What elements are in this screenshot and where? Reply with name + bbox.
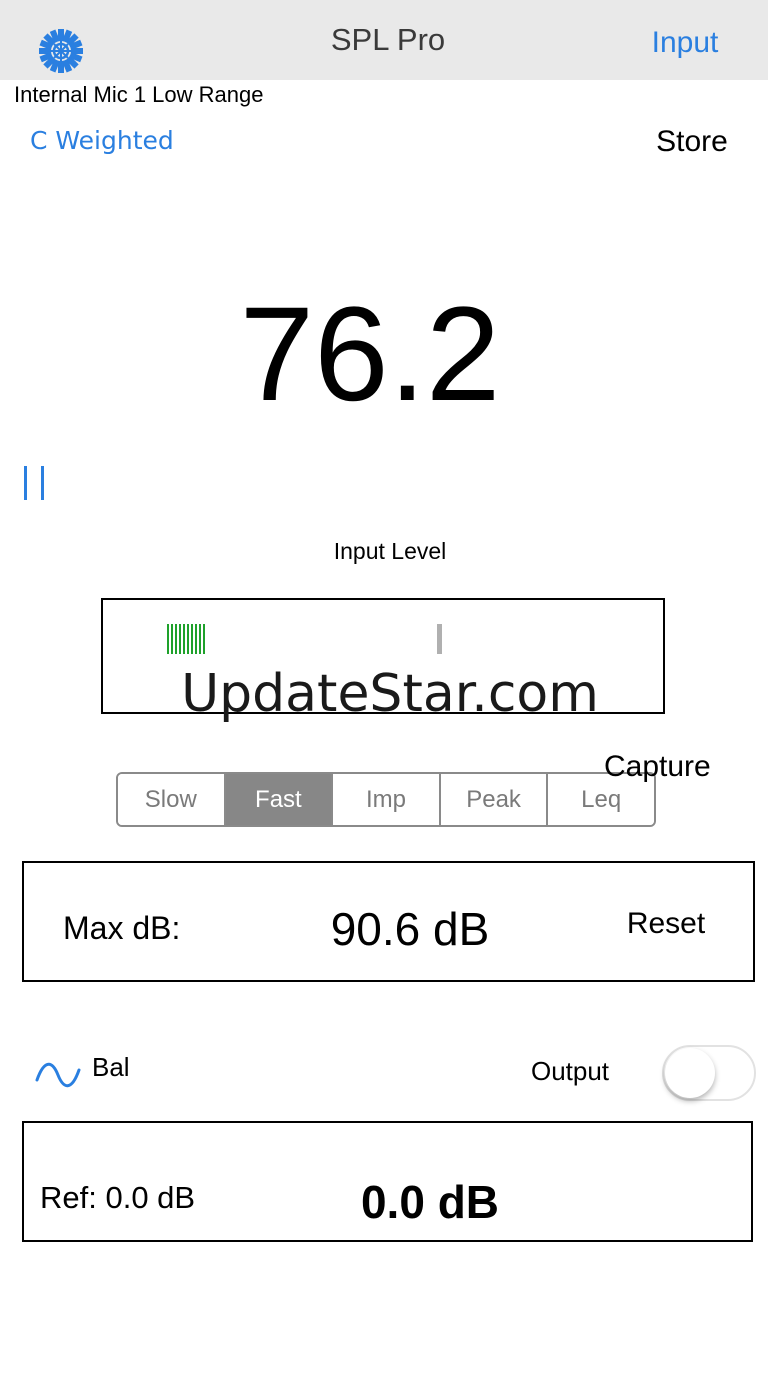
segment-slow[interactable]: Slow [118, 774, 226, 825]
max-db-value: 90.6 dB [330, 903, 490, 955]
input-button[interactable]: Input [620, 26, 750, 66]
toggle-knob [665, 1048, 715, 1098]
capture-button[interactable]: Capture [604, 750, 711, 784]
segment-peak[interactable]: Peak [440, 774, 549, 825]
watermark-text: UpdateStar.com [181, 664, 599, 724]
page-title: SPL Pro [330, 22, 446, 57]
pause-icon[interactable] [22, 466, 48, 502]
sine-wave-icon[interactable] [34, 1058, 82, 1092]
reference-value: 0.0 dB [360, 1176, 500, 1228]
gear-icon[interactable] [37, 27, 85, 75]
reset-button[interactable]: Reset [614, 907, 718, 941]
spl-reading: 76.2 [239, 280, 501, 429]
weighting-button[interactable]: C Weighted [30, 126, 174, 155]
input-level-label: Input Level [333, 538, 447, 564]
max-db-label: Max dB: [63, 910, 181, 946]
input-level-bars [167, 624, 207, 654]
segment-fast[interactable]: Fast [225, 774, 334, 825]
mic-source-label: Internal Mic 1 Low Range [14, 82, 264, 107]
reference-label: Ref: 0.0 dB [40, 1180, 196, 1215]
output-toggle[interactable] [662, 1045, 756, 1101]
bal-label: Bal [92, 1052, 130, 1082]
input-level-peak-marker [437, 624, 442, 654]
segment-imp[interactable]: Imp [333, 774, 441, 825]
response-time-selector: Slow Fast Imp Peak Leq [116, 772, 656, 827]
output-label: Output [530, 1056, 610, 1086]
store-button[interactable]: Store [640, 125, 744, 159]
